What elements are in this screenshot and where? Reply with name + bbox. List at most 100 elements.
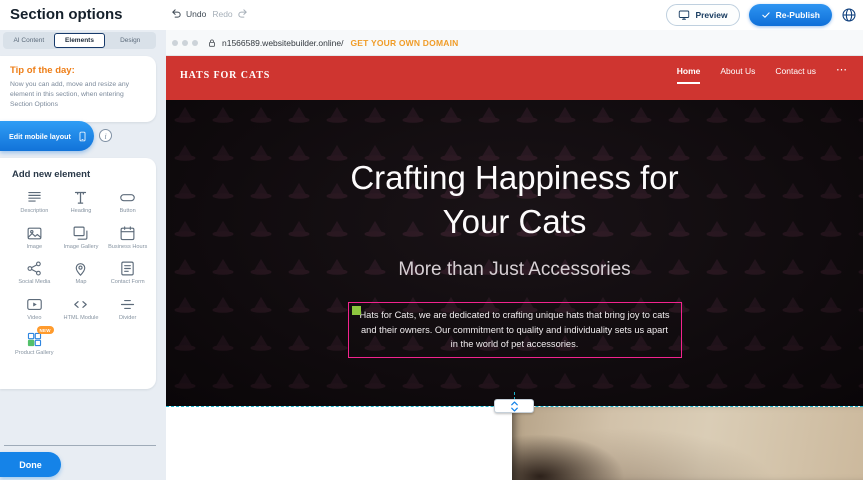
- element-label: Divider: [119, 315, 136, 323]
- selected-text-element[interactable]: Hats for Cats, we are dedicated to craft…: [348, 302, 682, 358]
- undo-button[interactable]: Undo: [171, 8, 206, 19]
- cat-photo: [512, 407, 863, 480]
- element-product-gallery[interactable]: NEW Product Gallery: [12, 331, 57, 358]
- element-heading[interactable]: Heading: [59, 189, 104, 216]
- info-icon[interactable]: i: [99, 129, 112, 142]
- element-label: Heading: [71, 208, 92, 216]
- element-video[interactable]: Video: [12, 296, 57, 323]
- tip-card: Tip of the day: Now you can add, move an…: [0, 56, 156, 122]
- undo-icon: [171, 8, 182, 19]
- next-section: [166, 407, 863, 480]
- element-business-hours[interactable]: Business Hours: [105, 225, 150, 252]
- site-header: HATS FOR CATS Home About Us Contact us ⋯: [166, 56, 863, 100]
- redo-label: Redo: [212, 9, 232, 19]
- tab-ai-content[interactable]: AI Content: [4, 33, 54, 48]
- element-label: Description: [20, 208, 48, 216]
- element-label: Video: [27, 315, 41, 323]
- sidebar: AI Content Elements Design Tip of the da…: [0, 30, 166, 480]
- republish-button[interactable]: Re-Publish: [749, 4, 832, 26]
- business-hours-icon: [119, 225, 136, 242]
- nav-about[interactable]: About Us: [720, 66, 755, 82]
- history-controls: Undo Redo: [171, 8, 248, 19]
- done-button[interactable]: Done: [0, 452, 61, 477]
- url-text[interactable]: n1566589.websitebuilder.online/: [222, 38, 343, 48]
- monitor-icon: [678, 9, 690, 21]
- element-label: HTML Module: [64, 315, 99, 323]
- topbar-actions: Preview Re-Publish: [666, 4, 857, 26]
- element-label: Image: [27, 244, 43, 252]
- hero-subtitle[interactable]: More than Just Accessories: [398, 259, 630, 281]
- get-domain-link[interactable]: GET YOUR OWN DOMAIN: [350, 38, 458, 48]
- preview-button[interactable]: Preview: [666, 4, 739, 26]
- nav-more-icon[interactable]: ⋯: [836, 66, 847, 80]
- description-icon: [26, 189, 43, 206]
- lock-icon: [207, 38, 217, 48]
- hero-title-line2: Your Cats: [350, 200, 678, 244]
- tip-body: Now you can add, move and resize any ele…: [10, 80, 146, 111]
- preview-label: Preview: [695, 10, 727, 20]
- image-icon: [26, 225, 43, 242]
- element-social-media[interactable]: Social Media: [12, 260, 57, 287]
- contact-form-icon: [119, 260, 136, 277]
- element-image-gallery[interactable]: Image Gallery: [59, 225, 104, 252]
- heading-icon: [72, 189, 89, 206]
- video-icon: [26, 296, 43, 313]
- section-resize-handle[interactable]: [494, 399, 534, 413]
- element-label: Social Media: [18, 279, 50, 287]
- element-grid: Description Heading Button Image Image G…: [12, 189, 150, 358]
- element-image[interactable]: Image: [12, 225, 57, 252]
- map-icon: [72, 260, 89, 277]
- site-logo[interactable]: HATS FOR CATS: [180, 70, 270, 81]
- hero-section: Crafting Happiness for Your Cats More th…: [166, 100, 863, 406]
- hero-content: Crafting Happiness for Your Cats More th…: [166, 100, 863, 406]
- browser-dot: [192, 40, 198, 46]
- hero-title-line1: Crafting Happiness for: [350, 156, 678, 200]
- edit-mobile-layout-button[interactable]: Edit mobile layout: [0, 121, 94, 151]
- nav-contact[interactable]: Contact us: [775, 66, 816, 82]
- resize-arrows-icon: [510, 401, 519, 412]
- page-title: Section options: [10, 6, 123, 23]
- tab-design[interactable]: Design: [105, 33, 155, 48]
- element-label: Contact Form: [111, 279, 145, 287]
- site-nav: Home About Us Contact us ⋯: [677, 66, 847, 84]
- element-contact-form[interactable]: Contact Form: [105, 260, 150, 287]
- edit-mobile-label: Edit mobile layout: [9, 132, 71, 141]
- add-element-title: Add new element: [12, 169, 150, 180]
- browser-dot: [182, 40, 188, 46]
- image-gallery-icon: [72, 225, 89, 242]
- globe-icon[interactable]: [841, 7, 857, 23]
- element-label: Map: [76, 279, 87, 287]
- topbar: Section options Undo Redo Preview Re-Pub…: [0, 0, 863, 30]
- element-label: Button: [120, 208, 136, 216]
- tab-elements[interactable]: Elements: [54, 33, 106, 48]
- tip-title: Tip of the day:: [10, 65, 146, 76]
- element-description[interactable]: Description: [12, 189, 57, 216]
- website-canvas: HATS FOR CATS Home About Us Contact us ⋯: [166, 56, 863, 480]
- element-button[interactable]: Button: [105, 189, 150, 216]
- element-map[interactable]: Map: [59, 260, 104, 287]
- browser-dots: [172, 40, 198, 46]
- divider-icon: [119, 296, 136, 313]
- republish-label: Re-Publish: [776, 10, 820, 20]
- redo-icon: [237, 8, 248, 19]
- redo-button[interactable]: Redo: [212, 8, 247, 19]
- social-media-icon: [26, 260, 43, 277]
- undo-label: Undo: [186, 9, 206, 19]
- new-badge: NEW: [37, 326, 54, 334]
- element-label: Product Gallery: [15, 350, 54, 358]
- button-icon: [119, 189, 136, 206]
- check-icon: [761, 10, 771, 20]
- sidebar-divider: [4, 445, 156, 446]
- element-html-module[interactable]: HTML Module: [59, 296, 104, 323]
- element-label: Business Hours: [108, 244, 147, 252]
- hero-title[interactable]: Crafting Happiness for Your Cats: [350, 156, 678, 243]
- element-divider[interactable]: Divider: [105, 296, 150, 323]
- browser-dot: [172, 40, 178, 46]
- browser-bar: n1566589.websitebuilder.online/ GET YOUR…: [166, 30, 863, 56]
- element-drag-handle[interactable]: [352, 306, 361, 315]
- element-label: Image Gallery: [64, 244, 99, 252]
- site-preview: n1566589.websitebuilder.online/ GET YOUR…: [166, 30, 863, 480]
- phone-icon: [77, 129, 88, 144]
- hero-paragraph: Hats for Cats, we are dedicated to craft…: [359, 308, 671, 351]
- nav-home[interactable]: Home: [677, 66, 701, 84]
